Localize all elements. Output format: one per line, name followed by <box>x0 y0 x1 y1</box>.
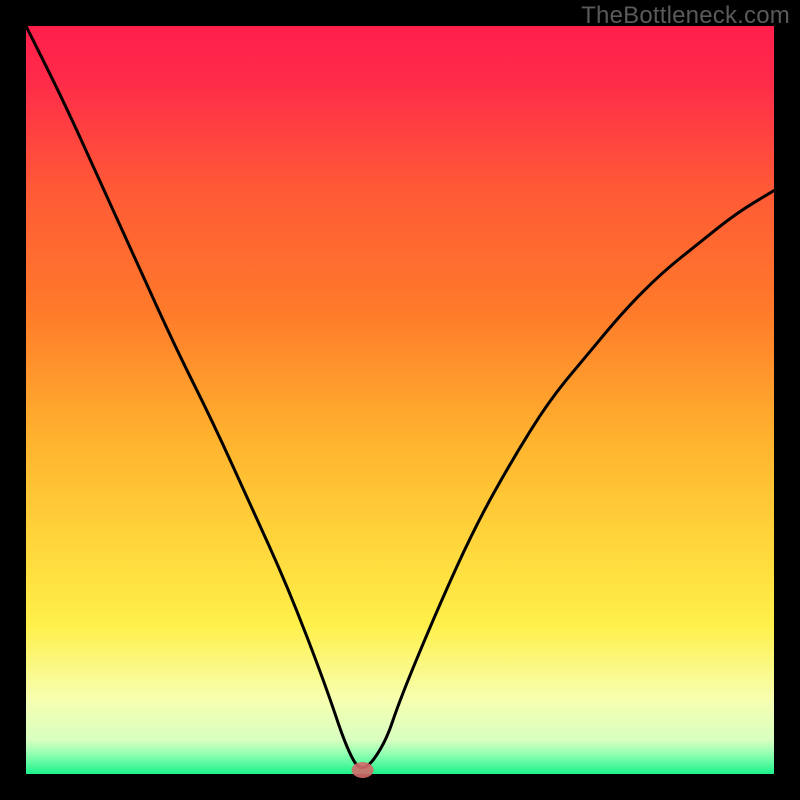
bottleneck-chart <box>0 0 800 800</box>
chart-container: TheBottleneck.com <box>0 0 800 800</box>
watermark-label: TheBottleneck.com <box>581 2 790 30</box>
